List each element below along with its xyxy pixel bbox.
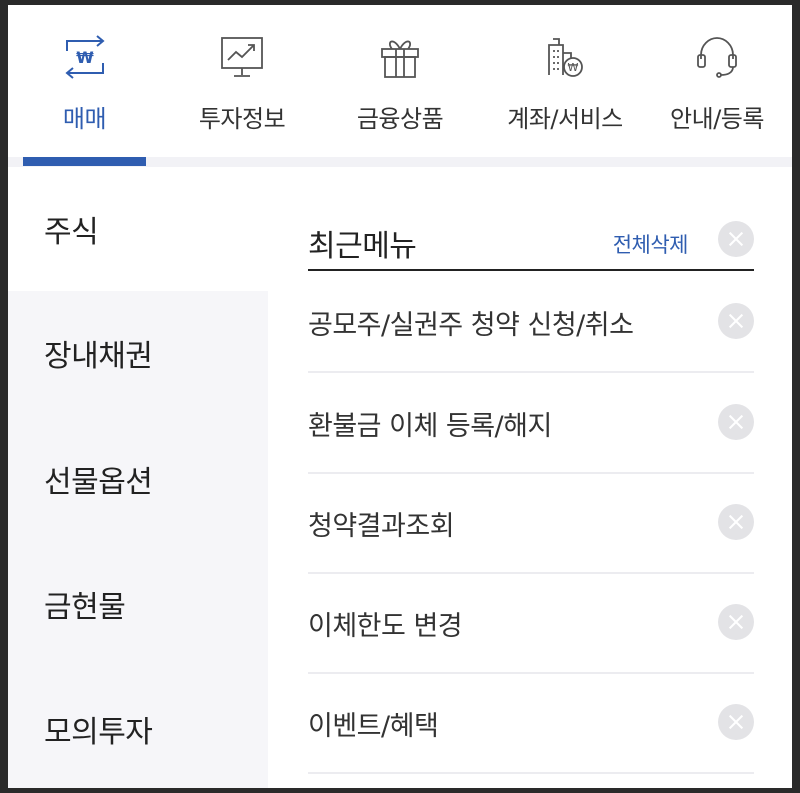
recent-menu-panel: 최근메뉴 전체삭제 공모주/실권주 청약 신청/취소 환불금 이체 등록/해지 … xyxy=(268,167,792,788)
sidebar-item-label: 모의투자 xyxy=(44,715,153,750)
svg-text:₩: ₩ xyxy=(76,48,94,67)
recent-item-label: 이벤트/혜택 xyxy=(308,711,439,742)
svg-text:₩: ₩ xyxy=(568,61,579,74)
headset-icon xyxy=(693,33,741,81)
close-icon[interactable] xyxy=(718,704,754,740)
sidebar-item-label: 선물옵션 xyxy=(44,465,153,500)
list-item[interactable]: 환불금 이체 등록/해지 xyxy=(308,372,754,474)
close-icon[interactable] xyxy=(718,404,754,440)
close-icon[interactable] xyxy=(718,604,754,640)
active-tab-indicator xyxy=(23,157,146,166)
sidebar-item-futures-options[interactable]: 선물옵션 xyxy=(8,417,268,541)
building-won-icon: ₩ xyxy=(541,33,589,81)
sidebar-item-listed-bonds[interactable]: 장내채권 xyxy=(8,291,268,415)
recent-item-label: 공모주/실권주 청약 신청/취소 xyxy=(308,310,634,341)
tab-trading[interactable]: ₩ 매매 xyxy=(13,5,156,165)
gift-icon xyxy=(376,33,424,81)
tab-investment-info[interactable]: 투자정보 xyxy=(166,5,318,165)
sidebar-item-label: 주식 xyxy=(44,215,99,250)
list-item[interactable]: 이체한도 변경 xyxy=(308,572,754,674)
sidebar-item-mock-investment[interactable]: 모의투자 xyxy=(8,667,268,788)
clear-all-button[interactable]: 전체삭제 xyxy=(613,229,689,259)
tab-investment-info-label: 투자정보 xyxy=(198,105,286,133)
tab-financial-products[interactable]: 금융상품 xyxy=(324,5,476,165)
tab-account-service[interactable]: ₩ 계좌/서비스 xyxy=(484,5,646,165)
tab-guide-register[interactable]: 안내/등록 xyxy=(650,5,784,165)
category-sidebar: 주식 장내채권 선물옵션 금현물 모의투자 xyxy=(8,167,268,788)
sidebar-item-label: 금현물 xyxy=(44,590,126,625)
app-frame: ₩ 매매 투자정보 금융상품 ₩ 계좌/서비스 안내/등록 주식 장내채권 선물… xyxy=(8,5,792,788)
close-icon[interactable] xyxy=(718,221,754,257)
tab-guide-register-label: 안내/등록 xyxy=(670,105,764,133)
recent-item-label: 청약결과조회 xyxy=(308,511,455,542)
sidebar-item-stocks[interactable]: 주식 xyxy=(8,167,268,291)
list-item[interactable]: 공모주/실권주 청약 신청/취소 xyxy=(308,271,754,373)
sidebar-item-label: 장내채권 xyxy=(44,339,153,374)
close-icon[interactable] xyxy=(718,303,754,339)
recent-item-label: 환불금 이체 등록/해지 xyxy=(308,411,552,442)
tab-financial-products-label: 금융상품 xyxy=(356,105,444,133)
recent-menu-header: 최근메뉴 전체삭제 xyxy=(308,207,754,271)
tab-account-service-label: 계좌/서비스 xyxy=(507,105,623,133)
list-item[interactable]: 청약결과조회 xyxy=(308,472,754,574)
recent-item-label: 이체한도 변경 xyxy=(308,611,463,642)
chart-monitor-icon xyxy=(218,33,266,81)
top-tab-bar: ₩ 매매 투자정보 금융상품 ₩ 계좌/서비스 안내/등록 xyxy=(8,5,792,167)
sidebar-item-gold-spot[interactable]: 금현물 xyxy=(8,542,268,666)
tab-trading-label: 매매 xyxy=(62,105,107,133)
list-item[interactable]: 이벤트/혜택 xyxy=(308,672,754,774)
recent-menu-title: 최근메뉴 xyxy=(308,229,417,264)
close-icon[interactable] xyxy=(718,504,754,540)
won-transfer-icon: ₩ xyxy=(61,33,109,81)
